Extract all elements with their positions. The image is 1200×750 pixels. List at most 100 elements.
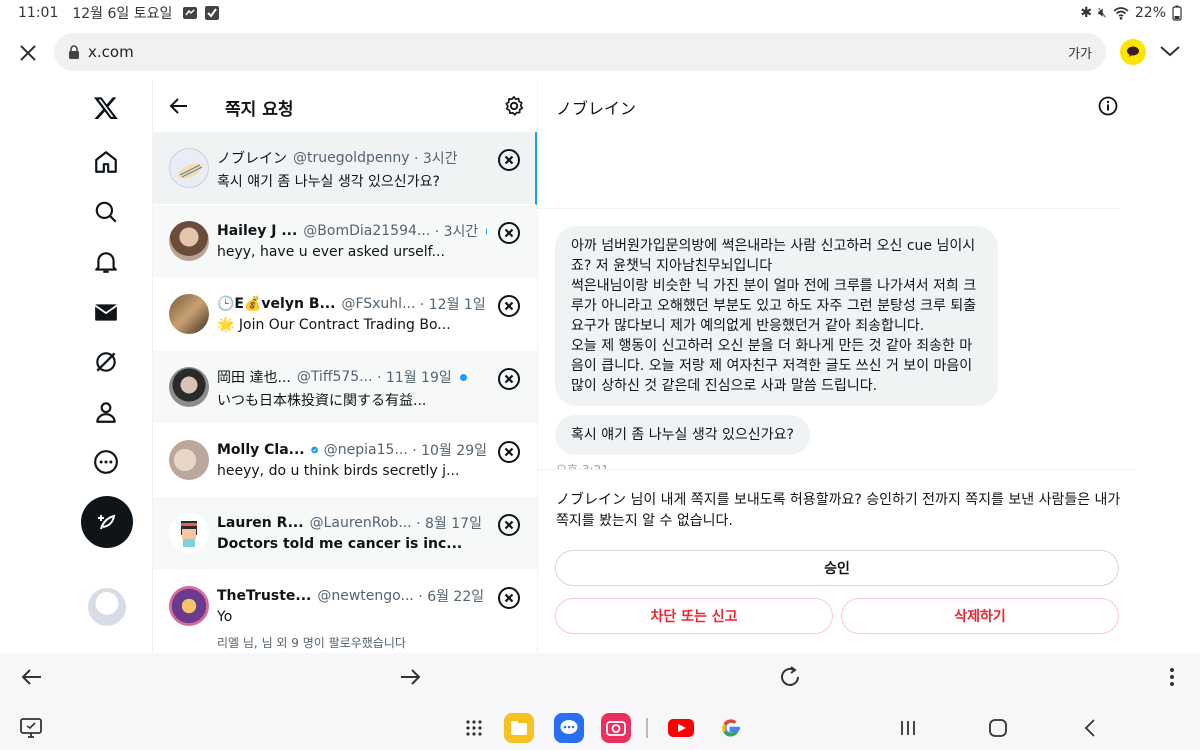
sender-handle: @truegoldpenny: [293, 150, 410, 166]
message-bubble: 혹시 얘기 좀 나누실 생각 있으신가요?: [555, 415, 810, 455]
bell-icon[interactable]: [82, 238, 130, 286]
conversation-name: ノブレイン: [556, 99, 637, 118]
message-time: · 8월 17일: [416, 516, 482, 532]
message-text: 혹시 얘기 좀 나누실 생각 있으신가요?: [571, 427, 794, 443]
status-date: 12월 6일 토요일: [72, 6, 173, 22]
home-button-icon[interactable]: [983, 713, 1013, 743]
bluetooth-icon: ✱: [1080, 5, 1093, 21]
message-time: · 12월 1일: [419, 297, 486, 313]
check-icon: [205, 6, 220, 20]
sender-name: Molly Cla...: [217, 442, 305, 458]
sender-name: 🕒E💰velyn B...: [217, 296, 336, 312]
dismiss-request-icon[interactable]: [497, 367, 521, 391]
dismiss-request-icon[interactable]: [497, 440, 521, 464]
message-time: · 6월 22일: [418, 589, 485, 605]
camera-app-icon[interactable]: [601, 713, 631, 743]
feather-plus-icon: [98, 514, 116, 530]
system-nav-bar: [0, 703, 1200, 750]
verified-badge-icon: [310, 446, 318, 454]
message-preview: heeyy, do u think birds secretly j...: [217, 463, 460, 479]
message-preview: いつも日本株投資に関する有益...: [217, 393, 427, 409]
youtube-app-icon[interactable]: [666, 713, 696, 743]
avatar: [169, 367, 209, 407]
status-right: ✱ 🔇︎ 22%: [1080, 5, 1182, 21]
x-app: 쪽지 요청 ノブレイン @truegoldpenny · 3시간 혹시 얘기 좀 …: [0, 80, 1200, 653]
delete-button[interactable]: 삭제하기: [841, 598, 1119, 634]
dismiss-request-icon[interactable]: [497, 513, 521, 537]
message-time: · 3시간: [413, 151, 458, 167]
system-back-icon[interactable]: [1075, 713, 1105, 743]
info-icon[interactable]: [1098, 96, 1118, 116]
menu-dots-icon[interactable]: [1160, 665, 1184, 689]
dismiss-request-icon[interactable]: [497, 294, 521, 318]
conversation-header: ノブレイン: [538, 80, 1135, 132]
list-item[interactable]: ノブレイン @truegoldpenny · 3시간 혹시 얘기 좀 나누실 생각…: [153, 132, 537, 205]
translate-button[interactable]: 가가: [1068, 43, 1092, 62]
list-item[interactable]: Lauren R... @LaurenRob... · 8월 17일 Doctor…: [153, 497, 537, 570]
list-item[interactable]: Molly Cla... @nepia15... · 10월 29일 heeyy,…: [153, 424, 537, 497]
message-bubble: 아까 넘버원가입문의방에 썩은내라는 사람 신고하러 오신 cue 님이시죠? …: [555, 226, 998, 406]
google-app-icon[interactable]: [716, 713, 746, 743]
list-item[interactable]: 🕒E💰velyn B... @FSxuhl... · 12월 1일 🌟 Join …: [153, 278, 537, 351]
sender-name: Lauren R...: [217, 515, 304, 531]
avatar: [169, 440, 209, 480]
message-preview: Doctors told me cancer is inc...: [217, 536, 463, 552]
home-icon[interactable]: [82, 138, 130, 186]
unread-dot: [459, 373, 467, 381]
mail-icon[interactable]: [82, 288, 130, 336]
back-icon[interactable]: [20, 665, 44, 689]
dismiss-request-icon[interactable]: [497, 586, 521, 610]
reload-icon[interactable]: [778, 665, 802, 689]
kakao-chat-icon[interactable]: [1120, 39, 1146, 65]
message-text: 아까 넘버원가입문의방에 썩은내라는 사람 신고하러 오신 cue 님이시죠? …: [571, 238, 977, 394]
close-icon: [20, 45, 36, 61]
apps-grid-icon[interactable]: [459, 713, 489, 743]
mute-icon: 🔇︎: [1098, 5, 1107, 21]
close-tab-button[interactable]: [0, 26, 56, 80]
sender-name: TheTruste...: [217, 588, 312, 604]
screen-assist-icon[interactable]: [16, 713, 46, 743]
list-item[interactable]: Hailey J ... @BomDia21594... · 3시간 heyy, …: [153, 205, 537, 278]
recent-apps-icon[interactable]: [893, 713, 923, 743]
sender-handle: @BomDia21594...: [303, 223, 431, 239]
x-logo-icon[interactable]: [82, 84, 130, 132]
chevron-down-icon[interactable]: [1158, 39, 1182, 63]
wifi-icon: [1113, 7, 1129, 20]
compose-post-button[interactable]: [81, 496, 133, 548]
block-report-button[interactable]: 차단 또는 신고: [555, 598, 833, 634]
list-item[interactable]: TheTruste... @newtengo... · 6월 22일 Yo 리엘 …: [153, 570, 537, 652]
accept-button[interactable]: 승인: [555, 550, 1119, 586]
messages-app-icon[interactable]: [554, 713, 584, 743]
forward-icon[interactable]: [398, 665, 422, 689]
message-preview: Yo: [217, 609, 233, 625]
avatar: [169, 221, 209, 261]
sender-name: ノブレイン: [217, 151, 287, 167]
message-time: · 11월 19일: [377, 370, 452, 386]
gear-icon[interactable]: [503, 95, 525, 117]
requests-header: 쪽지 요청: [153, 80, 537, 132]
address-bar[interactable]: x.com 가가: [54, 33, 1106, 71]
battery-icon: [1172, 5, 1182, 21]
list-item[interactable]: 岡田 達也... @Tiff575... · 11월 19일 いつも日本株投資に関…: [153, 351, 537, 424]
files-app-icon[interactable]: [504, 713, 534, 743]
back-arrow-icon[interactable]: [167, 94, 191, 118]
message-requests-pane: 쪽지 요청 ノブレイン @truegoldpenny · 3시간 혹시 얘기 좀 …: [152, 80, 538, 653]
message-preview: heyy, have u ever asked urself...: [217, 244, 445, 260]
conversation-pane: ノブレイン 아까 넘버원가입문의방에 썩은내라는 사람 신고하러 오신 cue …: [538, 80, 1135, 653]
profile-icon[interactable]: [82, 388, 130, 436]
search-icon[interactable]: [82, 188, 130, 236]
message-preview: 혹시 얘기 좀 나누실 생각 있으신가요?: [217, 174, 440, 190]
message-time: · 3시간: [434, 224, 479, 240]
more-icon[interactable]: [82, 438, 130, 486]
dismiss-request-icon[interactable]: [497, 148, 521, 172]
browser-bottom-nav: [0, 653, 1200, 703]
sender-name: Hailey J ...: [217, 223, 298, 239]
avatar: [169, 294, 209, 334]
request-prompt: ノブレイン 님이 내게 쪽지를 보내도록 허용할까요? 승인하기 전까지 쪽지를…: [556, 492, 1121, 529]
message-preview: 🌟 Join Our Contract Trading Bo...: [217, 317, 451, 333]
account-avatar[interactable]: [88, 588, 126, 626]
request-panel: ノブレイン 님이 내게 쪽지를 보내도록 허용할까요? 승인하기 전까지 쪽지를…: [538, 469, 1135, 653]
dismiss-request-icon[interactable]: [497, 221, 521, 245]
status-bar: 11:01 12월 6일 토요일 ✱ 🔇︎ 22%: [0, 0, 1200, 26]
grok-icon[interactable]: [82, 338, 130, 386]
